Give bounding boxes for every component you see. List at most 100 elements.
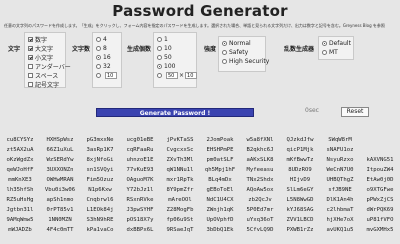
password-cell[interactable]: zt5AX2uA <box>0 145 40 155</box>
password-cell[interactable]: 3bDbQ1Ek <box>200 225 240 235</box>
password-cell[interactable]: oKzWgdZx <box>0 155 40 165</box>
password-cell[interactable]: kYJ68SAG <box>280 205 320 215</box>
length-custom-input[interactable]: 10 <box>105 71 117 79</box>
password-cell[interactable]: jPvKTaSS <box>160 135 200 145</box>
length-option[interactable]: 16 <box>96 53 111 61</box>
checkbox[interactable] <box>28 63 33 69</box>
password-cell[interactable]: CvgcxxSc <box>160 145 200 155</box>
password-cell[interactable]: uhnzoE1E <box>120 155 160 165</box>
radio-button[interactable] <box>96 54 101 60</box>
char_types-option[interactable]: 数字 <box>28 35 47 44</box>
password-cell[interactable]: 8UDzRO9 <box>280 165 320 175</box>
radio-button[interactable] <box>96 45 101 51</box>
radio-button[interactable] <box>157 54 162 60</box>
password-cell[interactable]: fp06u9St <box>160 215 200 225</box>
password-cell[interactable]: AQoAw5ox <box>240 185 280 195</box>
char_types-option[interactable]: 小文字 <box>28 53 53 62</box>
password-cell[interactable]: BLq4mDx <box>200 175 240 185</box>
count-option[interactable]: 100 <box>157 62 175 70</box>
password-cell[interactable]: 3UXXONZn <box>40 165 80 175</box>
password-cell[interactable]: 5CfvLQ9D <box>240 225 280 235</box>
radio-button[interactable] <box>222 40 227 46</box>
password-cell[interactable]: L5N8WwGD <box>280 195 320 205</box>
count-custom-input-b[interactable]: 10 <box>185 71 198 79</box>
password-cell[interactable]: sNAFU1oz <box>320 145 360 155</box>
char_types-option[interactable]: アンダーバー <box>28 62 71 71</box>
length-option[interactable]: 32 <box>96 62 111 70</box>
password-cell[interactable]: TNx2Shdx <box>240 175 280 185</box>
password-cell[interactable]: dxBBPx6L <box>120 225 160 235</box>
password-cell[interactable]: ItpouZW4 <box>360 165 400 175</box>
password-cell[interactable]: dWrPQK69 <box>360 205 400 215</box>
password-cell[interactable]: EtAw0j0D <box>360 175 400 185</box>
password-cell[interactable]: RSxnRVke <box>120 195 160 205</box>
password-cell[interactable]: sn1SVQyi <box>80 165 120 175</box>
password-cell[interactable]: 66Z1uXuL <box>40 145 80 155</box>
password-cell[interactable]: ZVV1LBCD <box>280 215 320 225</box>
algorithm-option[interactable]: MT <box>322 48 338 56</box>
char_types-option[interactable]: 記号文字 <box>28 80 59 89</box>
radio-button[interactable] <box>96 63 101 69</box>
password-cell[interactable]: NdC1U4CX <box>200 195 240 205</box>
password-cell[interactable]: DlK1An4h <box>320 195 360 205</box>
char_types-option[interactable]: 大文字 <box>28 44 53 53</box>
password-cell[interactable]: cqRFaaRu <box>120 145 160 155</box>
password-cell[interactable]: pOS18X7y <box>120 215 160 225</box>
password-cell[interactable]: OAguoM7K <box>120 175 160 185</box>
password-cell[interactable]: cu8CYSYz <box>0 135 40 145</box>
password-cell[interactable]: Fim5Ozuz <box>80 175 120 185</box>
password-cell[interactable]: Z28MogFb <box>160 205 200 215</box>
password-cell[interactable]: UpOVphfD <box>200 215 240 225</box>
password-cell[interactable]: L1EOk84j <box>80 205 120 215</box>
password-cell[interactable]: ZWnjh1qK <box>200 205 240 215</box>
checkbox[interactable] <box>28 36 33 42</box>
radio-button[interactable] <box>157 72 162 78</box>
count-option[interactable]: 1 <box>157 35 168 43</box>
checkbox[interactable] <box>28 72 33 78</box>
password-cell[interactable]: WzSERdYw <box>40 155 80 165</box>
password-cell[interactable]: 8Y9pmZfr <box>160 185 200 195</box>
password-cell[interactable]: 2JomPoak <box>200 135 240 145</box>
password-cell[interactable]: Y72bJz1l <box>120 185 160 195</box>
password-cell[interactable]: qeWJoHfF <box>0 165 40 175</box>
password-cell[interactable]: hjXHe7oX <box>320 215 360 225</box>
reset-button[interactable]: Reset <box>341 107 369 117</box>
checkbox[interactable] <box>28 81 33 87</box>
password-cell[interactable]: 9AMqWmw5 <box>0 215 40 225</box>
password-cell[interactable]: mWJADZb <box>0 225 40 235</box>
password-cell[interactable]: Vbu0i3w06 <box>40 185 80 195</box>
password-cell[interactable]: ucg01eBE <box>120 135 160 145</box>
password-cell[interactable]: mxr1RpTk <box>160 175 200 185</box>
password-cell[interactable]: gEBoToEl <box>200 185 240 195</box>
password-cell[interactable]: c2lhbmaT <box>320 205 360 215</box>
password-cell[interactable]: mKfBwwTz <box>280 155 320 165</box>
password-cell[interactable]: 5P0Ed7mr <box>240 205 280 215</box>
password-cell[interactable]: OWHwMRAN <box>40 175 80 185</box>
radio-button[interactable] <box>222 58 227 64</box>
password-cell[interactable]: qW1NNu1l <box>160 165 200 175</box>
strength-option[interactable]: High Security <box>222 57 269 65</box>
password-cell[interactable]: mmKnXE3 <box>0 175 40 185</box>
count-option[interactable]: 10 <box>157 44 172 52</box>
password-cell[interactable]: sfJB9NE <box>320 185 360 195</box>
password-cell[interactable]: w5a8fXNl <box>240 135 280 145</box>
password-cell[interactable]: ZXvTh3Ml <box>160 155 200 165</box>
password-cell[interactable]: 1NN0MZN <box>40 215 80 225</box>
password-cell[interactable]: SWqW8rM <box>320 135 360 145</box>
strength-option[interactable]: Normal <box>222 39 251 47</box>
password-cell[interactable]: N1p6Kxw <box>80 185 120 195</box>
radio-button[interactable] <box>96 36 101 42</box>
checkbox[interactable] <box>28 45 33 51</box>
password-cell[interactable]: Myfeeasu <box>240 165 280 175</box>
password-cell[interactable]: SlLm6eGY <box>280 185 320 195</box>
algorithm-option[interactable]: Default <box>322 39 351 47</box>
password-cell[interactable]: HIjvD9 <box>280 175 320 185</box>
password-cell[interactable]: 3asRp1K7 <box>80 145 120 155</box>
password-cell[interactable]: pm0atSLF <box>200 155 240 165</box>
password-cell[interactable]: kPa1vaCo <box>80 225 120 235</box>
radio-button[interactable] <box>157 45 162 51</box>
password-cell[interactable]: apSh1nmo <box>40 195 80 205</box>
password-cell[interactable]: UHBQThgZ <box>320 175 360 185</box>
password-cell[interactable]: NsyuRzxo <box>320 155 360 165</box>
password-cell[interactable]: uYxq36oT <box>240 215 280 225</box>
